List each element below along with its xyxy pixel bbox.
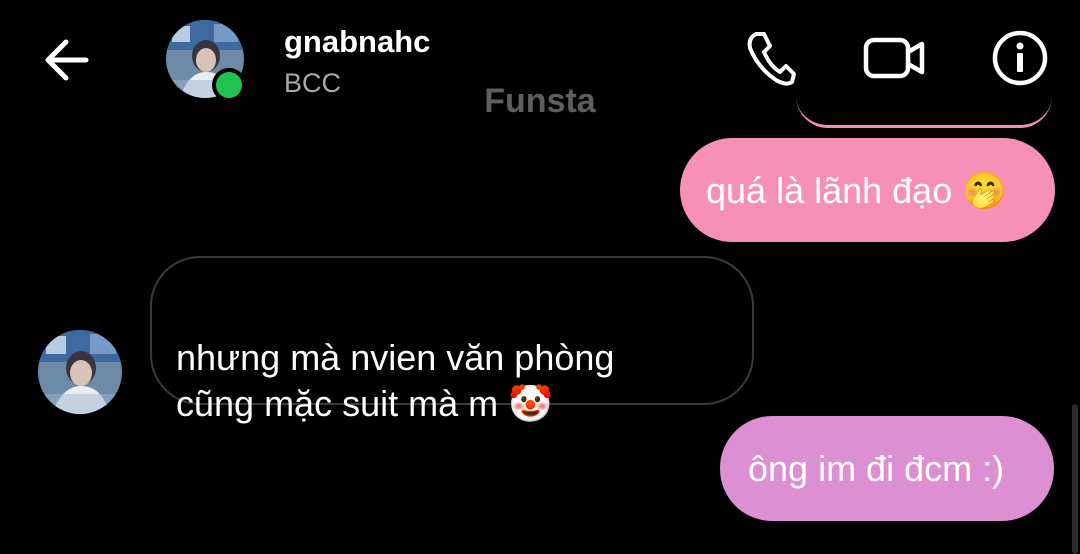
info-button[interactable]: [990, 28, 1050, 88]
info-icon: [992, 30, 1048, 86]
scrollbar[interactable]: [1072, 404, 1078, 554]
incoming-message-bubble[interactable]: nhưng mà nvien văn phòng cũng mặc suit m…: [150, 256, 754, 424]
message-text: quá là lãnh đạo 🤭: [706, 170, 1008, 211]
sender-avatar[interactable]: [38, 330, 122, 414]
outgoing-message-bubble[interactable]: quá là lãnh đạo 🤭: [680, 138, 1055, 242]
back-button[interactable]: [40, 36, 92, 84]
sender-avatar-image: [38, 330, 122, 414]
arrow-left-icon: [45, 39, 89, 81]
previous-message-bubble-edge: [796, 96, 1052, 128]
voice-call-button[interactable]: [746, 30, 796, 86]
video-camera-icon: [863, 37, 925, 79]
message-text: ông im đi đcm :): [748, 448, 1005, 489]
contact-name[interactable]: gnabnahc: [284, 24, 430, 60]
video-call-button[interactable]: [862, 34, 928, 82]
phone-icon: [747, 32, 796, 86]
outgoing-message-bubble[interactable]: ông im đi đcm :): [720, 416, 1054, 521]
message-text: nhưng mà nvien văn phòng cũng mặc suit m…: [176, 337, 615, 424]
